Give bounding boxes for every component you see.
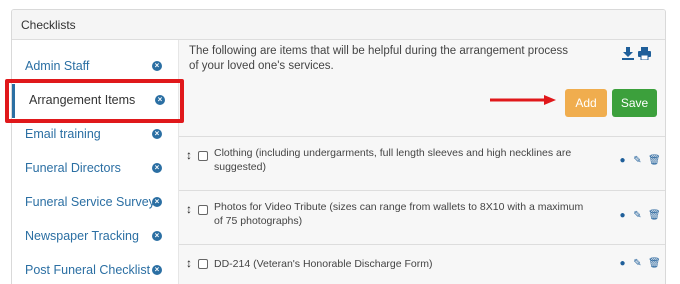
sidebar-item-label: Funeral Directors xyxy=(25,161,121,175)
panel-title: Checklists xyxy=(12,10,665,40)
list-item[interactable]: ↕ DD-214 (Veteran's Honorable Discharge … xyxy=(179,244,665,284)
pencil-icon[interactable]: ✎ xyxy=(633,210,642,221)
sidebar-item-label: Newspaper Tracking xyxy=(25,229,139,243)
trash-icon[interactable]: 🗑 xyxy=(648,155,661,166)
sidebar-item-funeral-directors[interactable]: Funeral Directors × xyxy=(12,152,178,186)
comment-icon[interactable]: ● xyxy=(618,155,627,166)
pencil-icon[interactable]: ✎ xyxy=(633,258,642,269)
list-item[interactable]: ↕ Clothing (including undergarments, ful… xyxy=(179,136,665,190)
sidebar-item-email-training[interactable]: Email training × xyxy=(12,118,178,152)
checklist-content: The following are items that will be hel… xyxy=(178,40,665,284)
list-item[interactable]: ↕ Photos for Video Tribute (sizes can ra… xyxy=(179,190,665,244)
sidebar-item-label: Email training xyxy=(25,127,101,141)
pencil-icon[interactable]: ✎ xyxy=(633,155,642,166)
remove-icon[interactable]: × xyxy=(152,265,162,275)
sidebar-item-label: Funeral Service Survey xyxy=(25,195,155,209)
sidebar-item-label: Post Funeral Checklist xyxy=(25,263,151,277)
intro-text: The following are items that will be hel… xyxy=(189,45,569,72)
item-checkbox[interactable] xyxy=(198,205,208,215)
remove-icon[interactable]: × xyxy=(152,197,162,207)
row-actions: ● ✎ 🗑 xyxy=(618,210,661,221)
row-actions: ● ✎ 🗑 xyxy=(618,258,661,269)
annotation-arrow xyxy=(490,95,556,105)
item-text: DD-214 (Veteran's Honorable Discharge Fo… xyxy=(214,258,433,270)
sidebar-item-label: Admin Staff xyxy=(25,59,90,73)
comment-icon[interactable]: ● xyxy=(618,258,627,269)
sidebar-item-funeral-service-survey[interactable]: Funeral Service Survey × xyxy=(12,186,178,220)
toolbar-icons xyxy=(621,47,651,61)
row-actions: ● ✎ 🗑 xyxy=(618,155,661,166)
drag-handle-icon[interactable]: ↕ xyxy=(186,256,194,270)
remove-icon[interactable]: × xyxy=(152,61,162,71)
checklists-panel: Checklists Admin Staff × Arrangement Ite… xyxy=(11,9,666,284)
comment-icon[interactable]: ● xyxy=(618,210,627,221)
item-checkbox[interactable] xyxy=(198,259,208,269)
drag-handle-icon[interactable]: ↕ xyxy=(186,148,194,162)
item-text: Photos for Video Tribute (sizes can rang… xyxy=(214,201,584,227)
trash-icon[interactable]: 🗑 xyxy=(648,258,661,269)
item-text: Clothing (including undergarments, full … xyxy=(214,147,572,173)
checklist-sidebar: Admin Staff × Arrangement Items × Email … xyxy=(12,40,178,284)
item-checkbox[interactable] xyxy=(198,151,208,161)
sidebar-item-newspaper-tracking[interactable]: Newspaper Tracking × xyxy=(12,220,178,254)
drag-handle-icon[interactable]: ↕ xyxy=(186,202,194,216)
annotation-highlight-box xyxy=(5,79,184,123)
sidebar-item-post-funeral-checklist[interactable]: Post Funeral Checklist × xyxy=(12,254,178,284)
save-button[interactable]: Save xyxy=(612,89,657,117)
remove-icon[interactable]: × xyxy=(152,163,162,173)
print-icon[interactable] xyxy=(638,47,651,61)
remove-icon[interactable]: × xyxy=(152,129,162,139)
download-icon[interactable] xyxy=(621,47,634,60)
remove-icon[interactable]: × xyxy=(152,231,162,241)
trash-icon[interactable]: 🗑 xyxy=(648,210,661,221)
add-button[interactable]: Add xyxy=(565,89,607,117)
